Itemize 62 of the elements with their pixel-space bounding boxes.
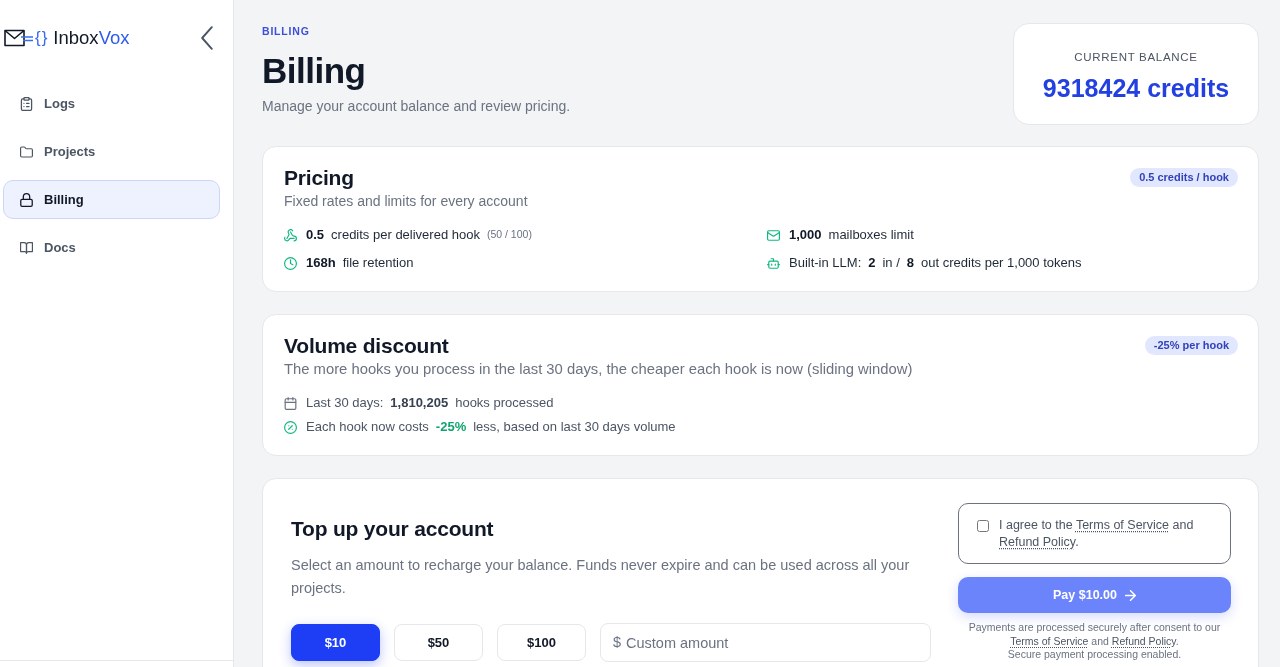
stat-label: Built-in LLM: [789,254,862,272]
arrow-right-icon [1124,589,1136,601]
policy-link[interactable]: Refund Policy [1111,634,1176,647]
stat-value: 1,810,205 [390,394,449,412]
lock-icon [20,192,33,207]
clock-icon [284,256,297,270]
card-title: Top up your account [291,516,495,542]
currency-prefix: $ [613,634,622,651]
amount-option[interactable]: $10 [291,624,380,661]
balance-value: 9318424 credits [1042,73,1230,104]
policy-link[interactable]: Terms of Service [1075,518,1169,532]
page-title: Billing [262,50,367,92]
robot-icon [767,256,780,270]
card-subtitle: The more hooks you process in the last 30 days, the cheaper each hook is now (sliding window) [284,360,913,379]
policy-link[interactable]: Terms of Service [1010,634,1089,647]
balance-label: CURRENT BALANCE [1074,50,1198,65]
amount-option[interactable]: $50 [394,624,483,661]
payment-note: Secure payment processing enabled. [1006,648,1183,662]
stat-label: mailboxes limit [828,226,914,244]
brand-name: InboxVox [53,27,130,49]
page-subtitle: Manage your account balance and review pricing. [262,97,571,116]
collapse-sidebar-button[interactable] [200,26,214,50]
stat-note: (50 / 100) [486,228,532,242]
stat-value: 8 [906,254,915,272]
stat-value: 1,000 [789,226,822,244]
nav-item[interactable]: Billing [3,180,220,219]
logo-mark: {} [35,28,49,48]
chevron-left-icon [200,26,214,50]
agreement-text: I agree to the Terms of Service and Refund Policy. [999,517,1195,551]
percent-circle-icon [284,420,297,434]
payment-note: Payments are processed securely after consent to our Terms of Service and Refund Policy. [967,621,1222,648]
section-eyebrow: BILLING [262,25,311,38]
discount-badge: -25% per hook [1144,336,1238,355]
stat-label: in / [882,254,900,272]
rate-badge: 0.5 credits / hook [1130,168,1238,187]
stat-label: out credits per 1,000 tokens [921,254,1082,272]
calendar-icon [284,396,297,410]
stat-label: file retention [342,254,414,272]
stat-label: Each hook now costs [306,418,429,436]
topup-description: Select an amount to recharge your balance. Funds never expire and can be used across all your projects. [291,556,911,598]
amount-option[interactable]: $100 [497,624,586,661]
card-title: Pricing [284,165,355,191]
agree-checkbox[interactable] [977,520,989,532]
connected-nodes-icon [284,228,297,242]
stat-label: credits per delivered hook [331,226,480,244]
stat-label: hooks processed [455,394,554,412]
stat-label: less, based on last 30 days volume [473,418,676,436]
discount-rate: -25% [435,418,467,436]
card-title: Volume discount [284,333,450,359]
folder-icon [20,144,33,159]
nav-item[interactable]: Logs [3,84,220,123]
book-icon [20,240,33,255]
envelope-icon [767,228,780,242]
stat-value: 0.5 [306,226,325,244]
card-subtitle: Fixed rates and limits for every account [284,192,528,211]
logo-envelope-icon [4,29,34,47]
stat-value: 168h [306,254,336,272]
stat-label: Last 30 days: [306,394,384,412]
stat-value: 2 [868,254,876,272]
clipboard-icon [20,96,33,111]
nav-item[interactable]: Projects [3,132,220,171]
nav-item[interactable]: Docs [3,228,220,267]
